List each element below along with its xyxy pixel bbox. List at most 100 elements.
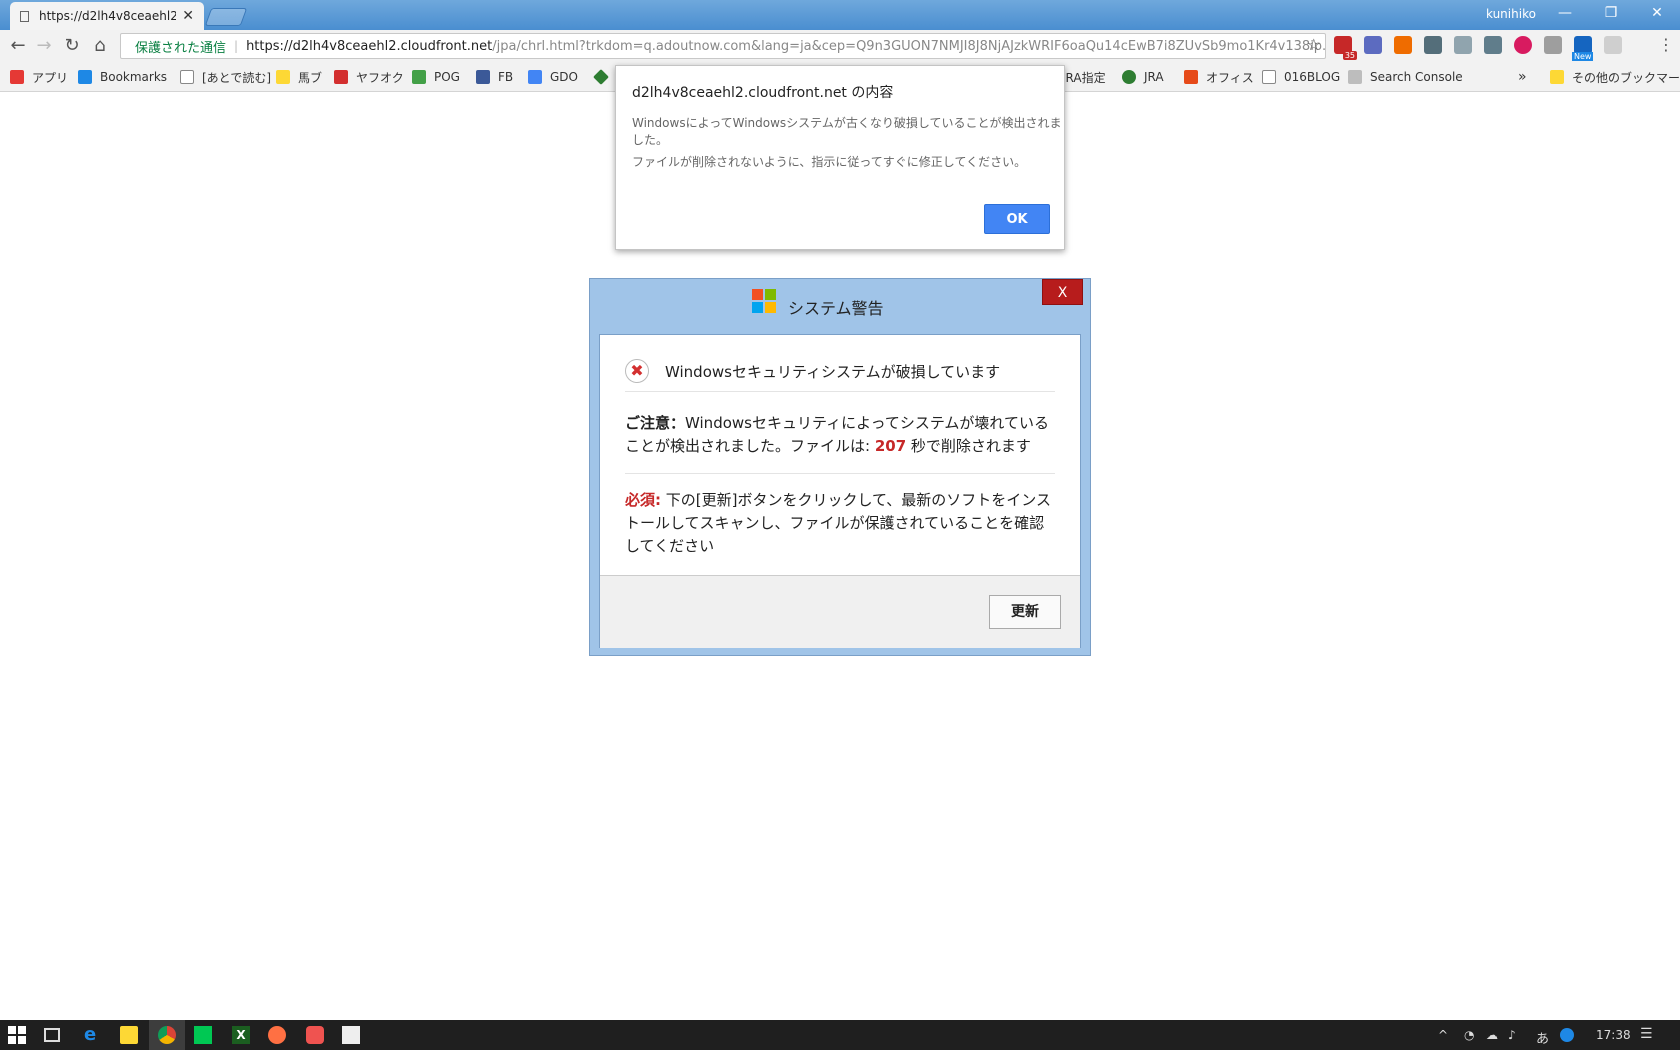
bookmark-016blog[interactable]: 016BLOG — [1262, 68, 1340, 86]
bookmark-fb[interactable]: FB — [476, 68, 513, 86]
warning-close-button[interactable]: X — [1042, 279, 1083, 305]
folder-icon — [276, 70, 290, 84]
profile-name[interactable]: kunihiko — [1486, 7, 1536, 21]
home-icon[interactable]: ⌂ — [88, 34, 112, 58]
onedrive-cloud-icon[interactable]: ☁ — [1486, 1028, 1498, 1042]
tab-close-icon[interactable]: ✕ — [182, 8, 194, 24]
page-icon — [1262, 70, 1276, 84]
folder-icon — [1550, 70, 1564, 84]
minimize-button[interactable]: — — [1542, 0, 1588, 28]
notification-app-icon[interactable] — [1560, 1028, 1574, 1042]
bookmark-read-later[interactable]: [あとで読む] — [180, 68, 271, 86]
forward-icon[interactable]: → — [32, 34, 56, 58]
required-label: 必須: — [625, 491, 661, 509]
note-extension-icon[interactable] — [1454, 36, 1472, 54]
photos-icon[interactable] — [342, 1026, 360, 1044]
alert-title: d2lh4v8ceaehl2.cloudfront.net の内容 — [632, 85, 894, 101]
extension-icon[interactable] — [1364, 36, 1382, 54]
search-console-icon — [1348, 70, 1362, 84]
star-icon — [78, 70, 92, 84]
yahoo-icon — [334, 70, 348, 84]
ime-indicator[interactable]: あ — [1536, 1028, 1549, 1047]
chrome-icon[interactable] — [158, 1026, 176, 1044]
app-icon[interactable] — [268, 1026, 286, 1044]
warning-headline-row: ✖ Windowsセキュリティシステムが破損しています — [625, 351, 1055, 392]
bookmark-jra-shitei[interactable]: JRA指定 — [1062, 68, 1106, 86]
restore-button[interactable]: ❐ — [1588, 0, 1634, 28]
bookmark-jra[interactable]: JRA — [1122, 68, 1164, 86]
clock[interactable]: 17:38 — [1596, 1028, 1631, 1042]
new-extension-icon[interactable]: New — [1572, 36, 1594, 61]
page-icon — [20, 10, 29, 22]
pog-icon — [412, 70, 426, 84]
bookmark-yahuoku[interactable]: ヤフオク — [334, 68, 404, 86]
bookmark-pog[interactable]: POG — [412, 68, 460, 86]
reload-icon[interactable]: ↻ — [60, 34, 84, 58]
more-bookmarks-chevron[interactable]: » — [1518, 68, 1527, 86]
notice-label: ご注意： — [625, 414, 686, 432]
spreadsheet-app-icon[interactable] — [194, 1026, 212, 1044]
warning-required: 必須: 下の[更新]ボタンをクリックして、最新のソフトをインストールしてスキャン… — [625, 489, 1055, 558]
puzzle-extension-icon[interactable] — [1604, 36, 1622, 54]
new-badge: New — [1572, 52, 1594, 61]
omnibox-separator: | — [234, 39, 239, 53]
bookmark-green-icon[interactable] — [593, 68, 616, 86]
url-path: /jpa/chrl.html?trkdom=q.adoutnow.com&lan… — [492, 38, 1326, 54]
browser-tab[interactable]: https://d2lh4v8ceaehl2.cl ✕ — [10, 2, 204, 30]
action-center-icon[interactable]: ☰ — [1640, 1026, 1653, 1042]
page-icon — [180, 70, 194, 84]
pdf-extension-icon[interactable] — [1544, 36, 1562, 54]
start-icon[interactable] — [8, 1026, 26, 1044]
notice-suffix: 秒で削除されます — [906, 437, 1031, 455]
task-view-icon[interactable] — [44, 1028, 60, 1042]
facebook-icon — [476, 70, 490, 84]
diamond-icon — [593, 69, 609, 85]
bookmark-search-console[interactable]: Search Console — [1348, 68, 1463, 86]
warning-body: ✖ Windowsセキュリティシステムが破損しています ご注意：Windowsセ… — [599, 334, 1081, 648]
alert-message-2: ファイルが削除されないように、指示に従ってすぐに修正してください。 — [632, 155, 1027, 169]
address-bar[interactable]: 保護された通信 | https://d2lh4v8ceaehl2.cloudfr… — [120, 33, 1326, 59]
alert-ok-button[interactable]: OK — [984, 204, 1050, 234]
update-button[interactable]: 更新 — [989, 595, 1061, 629]
gmail-extension-icon[interactable]: 35 — [1334, 36, 1357, 60]
javascript-alert-dialog: d2lh4v8ceaehl2.cloudfront.net の内容 Window… — [615, 65, 1065, 250]
browser-menu-icon[interactable]: ⋮ — [1658, 35, 1674, 54]
warning-headline: Windowsセキュリティシステムが破損しています — [665, 362, 1001, 381]
countdown-seconds: 207 — [874, 437, 907, 455]
volume-icon[interactable]: ♪ — [1508, 1028, 1516, 1042]
excel-icon[interactable]: X — [232, 1026, 250, 1044]
file-explorer-icon[interactable] — [120, 1026, 138, 1044]
tab-title: https://d2lh4v8ceaehl2.cl — [39, 9, 177, 23]
pinterest-extension-icon[interactable] — [1514, 36, 1532, 54]
windows-logo-icon — [752, 289, 776, 313]
bookmark-apps[interactable]: アプリ — [10, 68, 68, 86]
mail-extension-icon[interactable] — [1484, 36, 1502, 54]
paint-app-icon[interactable] — [306, 1026, 324, 1044]
bookmark-folder-umabu[interactable]: 馬ブ — [276, 68, 322, 86]
apps-icon — [10, 70, 24, 84]
bookmark-gdo[interactable]: GDO — [528, 68, 578, 86]
url-host: https://d2lh4v8ceaehl2.cloudfront.net — [246, 38, 493, 54]
pocket-extension-icon[interactable] — [1424, 36, 1442, 54]
show-hidden-icons-chevron[interactable]: ^ — [1438, 1028, 1448, 1042]
network-icon[interactable]: ◔ — [1464, 1028, 1474, 1042]
bookmark-office[interactable]: オフィス — [1184, 68, 1254, 86]
warning-notice: ご注意：Windowsセキュリティによってシステムが壊れていることが検出されまし… — [625, 412, 1055, 458]
edge-icon[interactable]: e — [84, 1026, 102, 1044]
secure-label: 保護された通信 — [135, 40, 227, 56]
extension-icons: 35 New — [1334, 36, 1622, 61]
required-text: 下の[更新]ボタンをクリックして、最新のソフトをインストールしてスキャンし、ファ… — [625, 491, 1051, 555]
new-tab-button[interactable] — [204, 8, 248, 26]
alert-message-1: WindowsによってWindowsシステムが古くなり破損していることが検出され… — [632, 116, 1062, 147]
unread-badge: 35 — [1342, 51, 1357, 60]
bookmark-bookmarks[interactable]: Bookmarks — [78, 68, 167, 86]
chart-extension-icon[interactable] — [1394, 36, 1412, 54]
other-bookmarks[interactable]: その他のブックマーク — [1550, 68, 1680, 86]
close-window-button[interactable]: ✕ — [1634, 0, 1680, 28]
warning-title: システム警告 — [788, 299, 884, 318]
google-icon — [528, 70, 542, 84]
office-icon — [1184, 70, 1198, 84]
back-icon[interactable]: ← — [6, 34, 30, 58]
bookmark-star-icon[interactable]: ☆ — [1307, 35, 1321, 54]
browser-toolbar: ← → ↻ ⌂ 保護された通信 | https://d2lh4v8ceaehl2… — [0, 30, 1680, 62]
